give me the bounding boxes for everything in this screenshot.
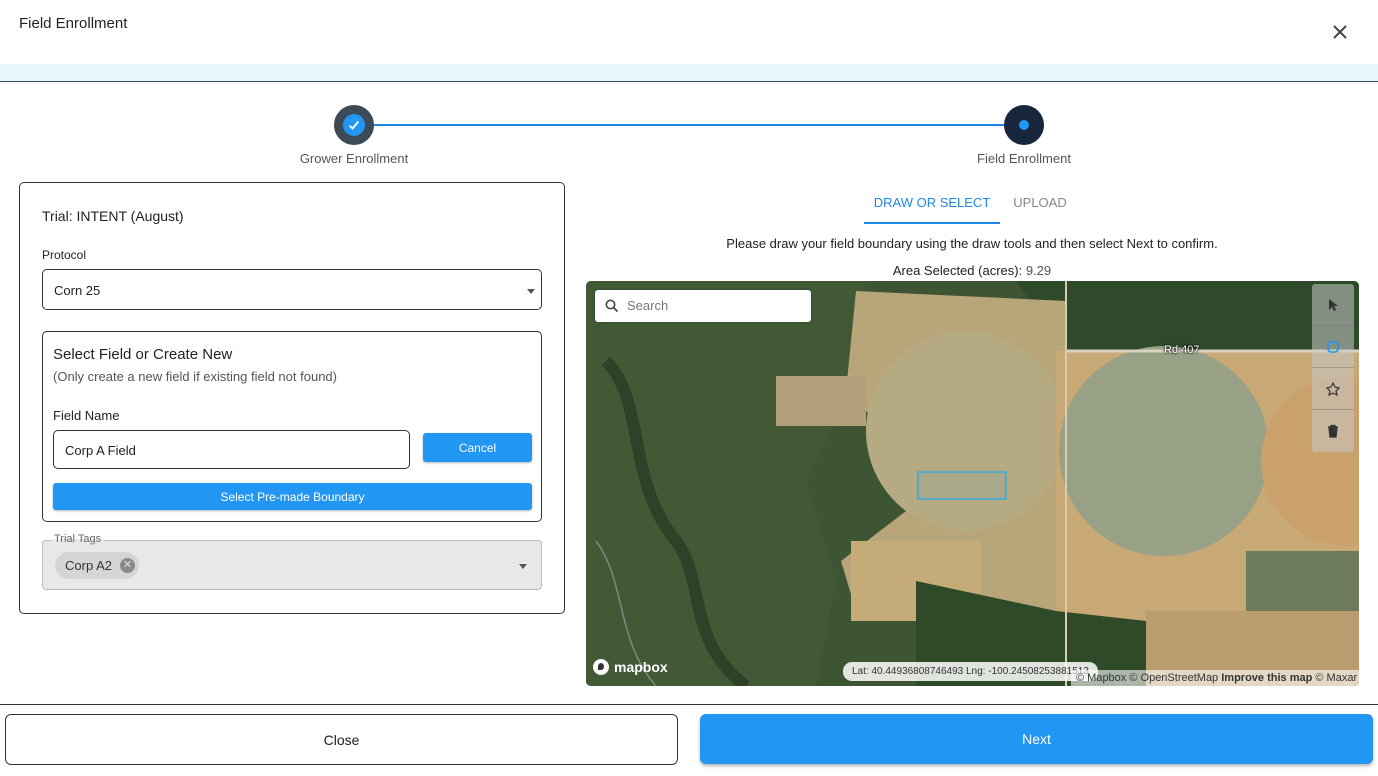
tab-draw-or-select[interactable]: DRAW OR SELECT bbox=[864, 195, 1000, 210]
step-grower-enrollment[interactable] bbox=[334, 105, 374, 145]
pin-icon[interactable] bbox=[1312, 368, 1354, 410]
caret-down-icon bbox=[519, 564, 527, 569]
cancel-button[interactable]: Cancel bbox=[423, 433, 532, 462]
field-section-title: Select Field or Create New bbox=[53, 346, 233, 363]
active-tab-indicator bbox=[864, 222, 1000, 224]
search-icon bbox=[605, 299, 619, 313]
tag-chip-label: Corp A2 bbox=[65, 558, 112, 573]
field-name-input[interactable]: Corp A Field bbox=[53, 430, 410, 469]
field-name-value: Corp A Field bbox=[65, 443, 136, 458]
draw-toolbar bbox=[1312, 284, 1354, 452]
attribution-osm[interactable]: © OpenStreetMap bbox=[1129, 672, 1218, 684]
tab-upload[interactable]: UPLOAD bbox=[1000, 195, 1080, 210]
trash-icon[interactable] bbox=[1312, 410, 1354, 452]
check-icon bbox=[343, 114, 365, 136]
satellite-imagery bbox=[586, 281, 1359, 686]
area-label: Area Selected (acres): bbox=[892, 263, 1023, 278]
chip-remove-icon[interactable]: ✕ bbox=[119, 558, 135, 573]
step-field-enrollment[interactable] bbox=[1004, 105, 1044, 145]
trial-tags-select[interactable]: Trial Tags Corp A2 ✕ bbox=[42, 533, 542, 590]
field-select-section: Select Field or Create New (Only create … bbox=[42, 331, 542, 522]
road-label: Rd 407 bbox=[1164, 344, 1200, 356]
mapbox-logo-text: mapbox bbox=[614, 659, 668, 675]
active-dot-icon bbox=[1019, 120, 1029, 130]
caret-down-icon bbox=[527, 289, 535, 294]
protocol-select[interactable]: Corn 25 bbox=[42, 269, 542, 310]
step-label-grower: Grower Enrollment bbox=[299, 151, 409, 166]
pointer-icon[interactable] bbox=[1312, 284, 1354, 326]
trial-tags-legend: Trial Tags bbox=[51, 533, 105, 545]
close-button[interactable]: Close bbox=[5, 714, 678, 765]
footer-divider bbox=[0, 704, 1378, 705]
map-attribution: © Mapbox © OpenStreetMap Improve this ma… bbox=[1071, 670, 1359, 686]
enrollment-form-card: Trial: INTENT (August) Protocol Corn 25 … bbox=[19, 182, 565, 614]
step-label-field: Field Enrollment bbox=[977, 151, 1071, 166]
next-button[interactable]: Next bbox=[700, 714, 1373, 764]
tag-chip: Corp A2 ✕ bbox=[55, 552, 139, 579]
area-selected: Area Selected (acres): 9.29 bbox=[586, 263, 1358, 278]
close-icon[interactable] bbox=[1330, 22, 1350, 42]
draw-instructions: Please draw your field boundary using th… bbox=[726, 236, 1218, 251]
field-section-subtitle: (Only create a new field if existing fie… bbox=[53, 369, 337, 384]
trial-title: Trial: INTENT (August) bbox=[42, 208, 184, 224]
polygon-icon[interactable] bbox=[1312, 326, 1354, 368]
mapbox-logo[interactable]: mapbox bbox=[593, 659, 668, 675]
satellite-map[interactable]: Search Rd 407 mapbox Lat: 40.44936808746… bbox=[586, 281, 1359, 686]
info-banner bbox=[0, 64, 1378, 82]
protocol-value: Corn 25 bbox=[54, 283, 101, 298]
protocol-label: Protocol bbox=[42, 248, 87, 262]
select-premade-boundary-button[interactable]: Select Pre-made Boundary bbox=[53, 483, 532, 510]
dialog-header: Field Enrollment bbox=[0, 0, 1378, 64]
dialog-title: Field Enrollment bbox=[19, 15, 128, 32]
attribution-mapbox[interactable]: © Mapbox bbox=[1076, 672, 1126, 684]
cursor-coordinates: Lat: 40.44936808746493 Lng: -100.2450825… bbox=[843, 662, 1098, 681]
stepper-connector bbox=[374, 124, 1006, 126]
attribution-maxar[interactable]: © Maxar bbox=[1315, 672, 1357, 684]
improve-map-link[interactable]: Improve this map bbox=[1221, 672, 1312, 684]
map-search-input[interactable]: Search bbox=[595, 290, 811, 322]
mapbox-logo-icon bbox=[593, 659, 609, 675]
area-value: 9.29 bbox=[1025, 263, 1052, 278]
field-name-label: Field Name bbox=[53, 408, 120, 423]
search-placeholder: Search bbox=[627, 298, 669, 313]
